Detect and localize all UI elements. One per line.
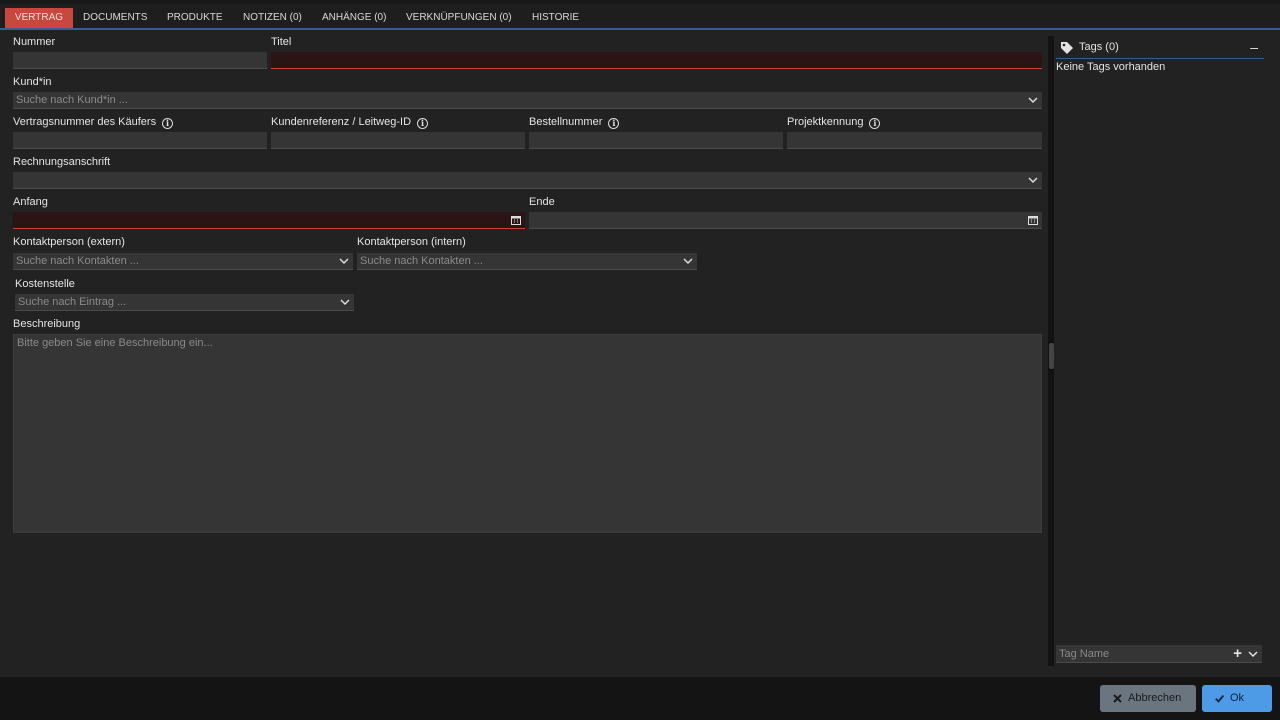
info-icon[interactable]: i xyxy=(608,118,620,129)
cancel-label: Abbrechen xyxy=(1128,692,1182,704)
collapse-button[interactable]: – xyxy=(1250,39,1258,55)
chevron-down-icon xyxy=(340,299,350,306)
top-strip xyxy=(0,0,1280,4)
tab-historie[interactable]: HISTORIE xyxy=(522,8,589,28)
kundenreferenz-label: Kundenreferenz / Leitweg-ID i xyxy=(271,115,429,129)
projektkennung-label: Projektkennung i xyxy=(787,115,881,129)
kunde-label: Kund*in xyxy=(13,76,52,88)
projektkennung-label-text: Projektkennung xyxy=(787,116,864,128)
kundenreferenz-input[interactable] xyxy=(271,132,525,149)
kundenreferenz-label-text: Kundenreferenz / Leitweg-ID xyxy=(271,116,412,128)
tab-produkte[interactable]: PRODUKTE xyxy=(157,8,233,28)
tab-vertrag[interactable]: VERTRAG xyxy=(5,8,73,28)
vertragsnummer-label: Vertragsnummer des Käufers i xyxy=(13,115,174,129)
kunde-select[interactable]: Suche nach Kund*in ... xyxy=(13,92,1042,109)
chevron-down-icon xyxy=(339,258,349,265)
close-icon xyxy=(1113,694,1122,703)
tag-name-placeholder: Tag Name xyxy=(1059,648,1110,660)
nummer-label: Nummer xyxy=(13,36,56,48)
calendar-icon[interactable] xyxy=(511,215,521,225)
add-tag-button[interactable]: + xyxy=(1233,646,1242,661)
tab-bar: VERTRAG DOCUMENTS PRODUKTE NOTIZEN (0) A… xyxy=(0,0,1280,30)
bestellnummer-label-text: Bestellnummer xyxy=(529,116,603,128)
kontakt-extern-placeholder: Suche nach Kontakten ... xyxy=(16,255,139,267)
info-icon[interactable]: i xyxy=(869,118,881,129)
chevron-down-icon[interactable] xyxy=(1248,650,1258,658)
tags-header: Tags (0) – xyxy=(1056,37,1264,59)
bestellnummer-label: Bestellnummer i xyxy=(529,115,620,129)
panel-splitter[interactable] xyxy=(1048,36,1054,666)
beschreibung-textarea[interactable]: Bitte geben Sie eine Beschreibung ein... xyxy=(13,334,1042,533)
kostenstelle-select[interactable]: Suche nach Eintrag ... xyxy=(15,294,354,311)
beschreibung-placeholder: Bitte geben Sie eine Beschreibung ein... xyxy=(17,337,213,349)
kontakt-intern-label: Kontaktperson (intern) xyxy=(357,236,466,248)
ok-label: Ok xyxy=(1230,692,1245,704)
tab-verknuepfungen[interactable]: VERKNÜPFUNGEN (0) xyxy=(396,8,522,28)
ok-button[interactable]: Ok xyxy=(1202,685,1272,712)
chevron-down-icon xyxy=(1028,177,1038,184)
footer-bar xyxy=(0,677,1280,720)
kontakt-extern-select[interactable]: Suche nach Kontakten ... xyxy=(13,253,353,270)
kostenstelle-label: Kostenstelle xyxy=(15,278,75,290)
kunde-placeholder: Suche nach Kund*in ... xyxy=(16,94,128,106)
ende-date-input[interactable] xyxy=(529,212,1042,229)
titel-label: Titel xyxy=(271,36,292,48)
info-icon[interactable]: i xyxy=(417,118,429,129)
vertragsnummer-input[interactable] xyxy=(13,132,267,149)
titel-input[interactable] xyxy=(271,52,1042,69)
vertragsnummer-label-text: Vertragsnummer des Käufers xyxy=(13,116,157,128)
rechnungsanschrift-label: Rechnungsanschrift xyxy=(13,156,111,168)
kontakt-extern-label: Kontaktperson (extern) xyxy=(13,236,125,248)
anfang-label: Anfang xyxy=(13,196,48,208)
ende-label: Ende xyxy=(529,196,555,208)
nummer-input[interactable] xyxy=(13,52,267,69)
tag-name-input[interactable]: Tag Name + xyxy=(1056,645,1262,663)
tags-title: Tags (0) xyxy=(1079,41,1119,53)
rechnungsanschrift-select[interactable] xyxy=(13,172,1042,189)
calendar-icon[interactable] xyxy=(1028,215,1038,225)
splitter-handle[interactable] xyxy=(1049,343,1054,369)
anfang-date-input[interactable] xyxy=(13,212,525,229)
beschreibung-label: Beschreibung xyxy=(13,318,81,330)
kostenstelle-placeholder: Suche nach Eintrag ... xyxy=(18,296,127,308)
kontakt-intern-select[interactable]: Suche nach Kontakten ... xyxy=(357,253,697,270)
tab-notizen[interactable]: NOTIZEN (0) xyxy=(233,8,312,28)
tab-anhaenge[interactable]: ANHÄNGE (0) xyxy=(312,8,396,28)
tab-documents[interactable]: DOCUMENTS xyxy=(73,8,157,28)
chevron-down-icon xyxy=(683,258,693,265)
tag-icon xyxy=(1061,42,1073,54)
projektkennung-input[interactable] xyxy=(787,132,1042,149)
info-icon[interactable]: i xyxy=(162,118,174,129)
kontakt-intern-placeholder: Suche nach Kontakten ... xyxy=(360,255,483,267)
tags-empty-text: Keine Tags vorhanden xyxy=(1056,61,1166,73)
chevron-down-icon xyxy=(1028,97,1038,104)
cancel-button[interactable]: Abbrechen xyxy=(1100,685,1196,712)
bestellnummer-input[interactable] xyxy=(529,132,783,149)
check-icon xyxy=(1215,695,1224,703)
